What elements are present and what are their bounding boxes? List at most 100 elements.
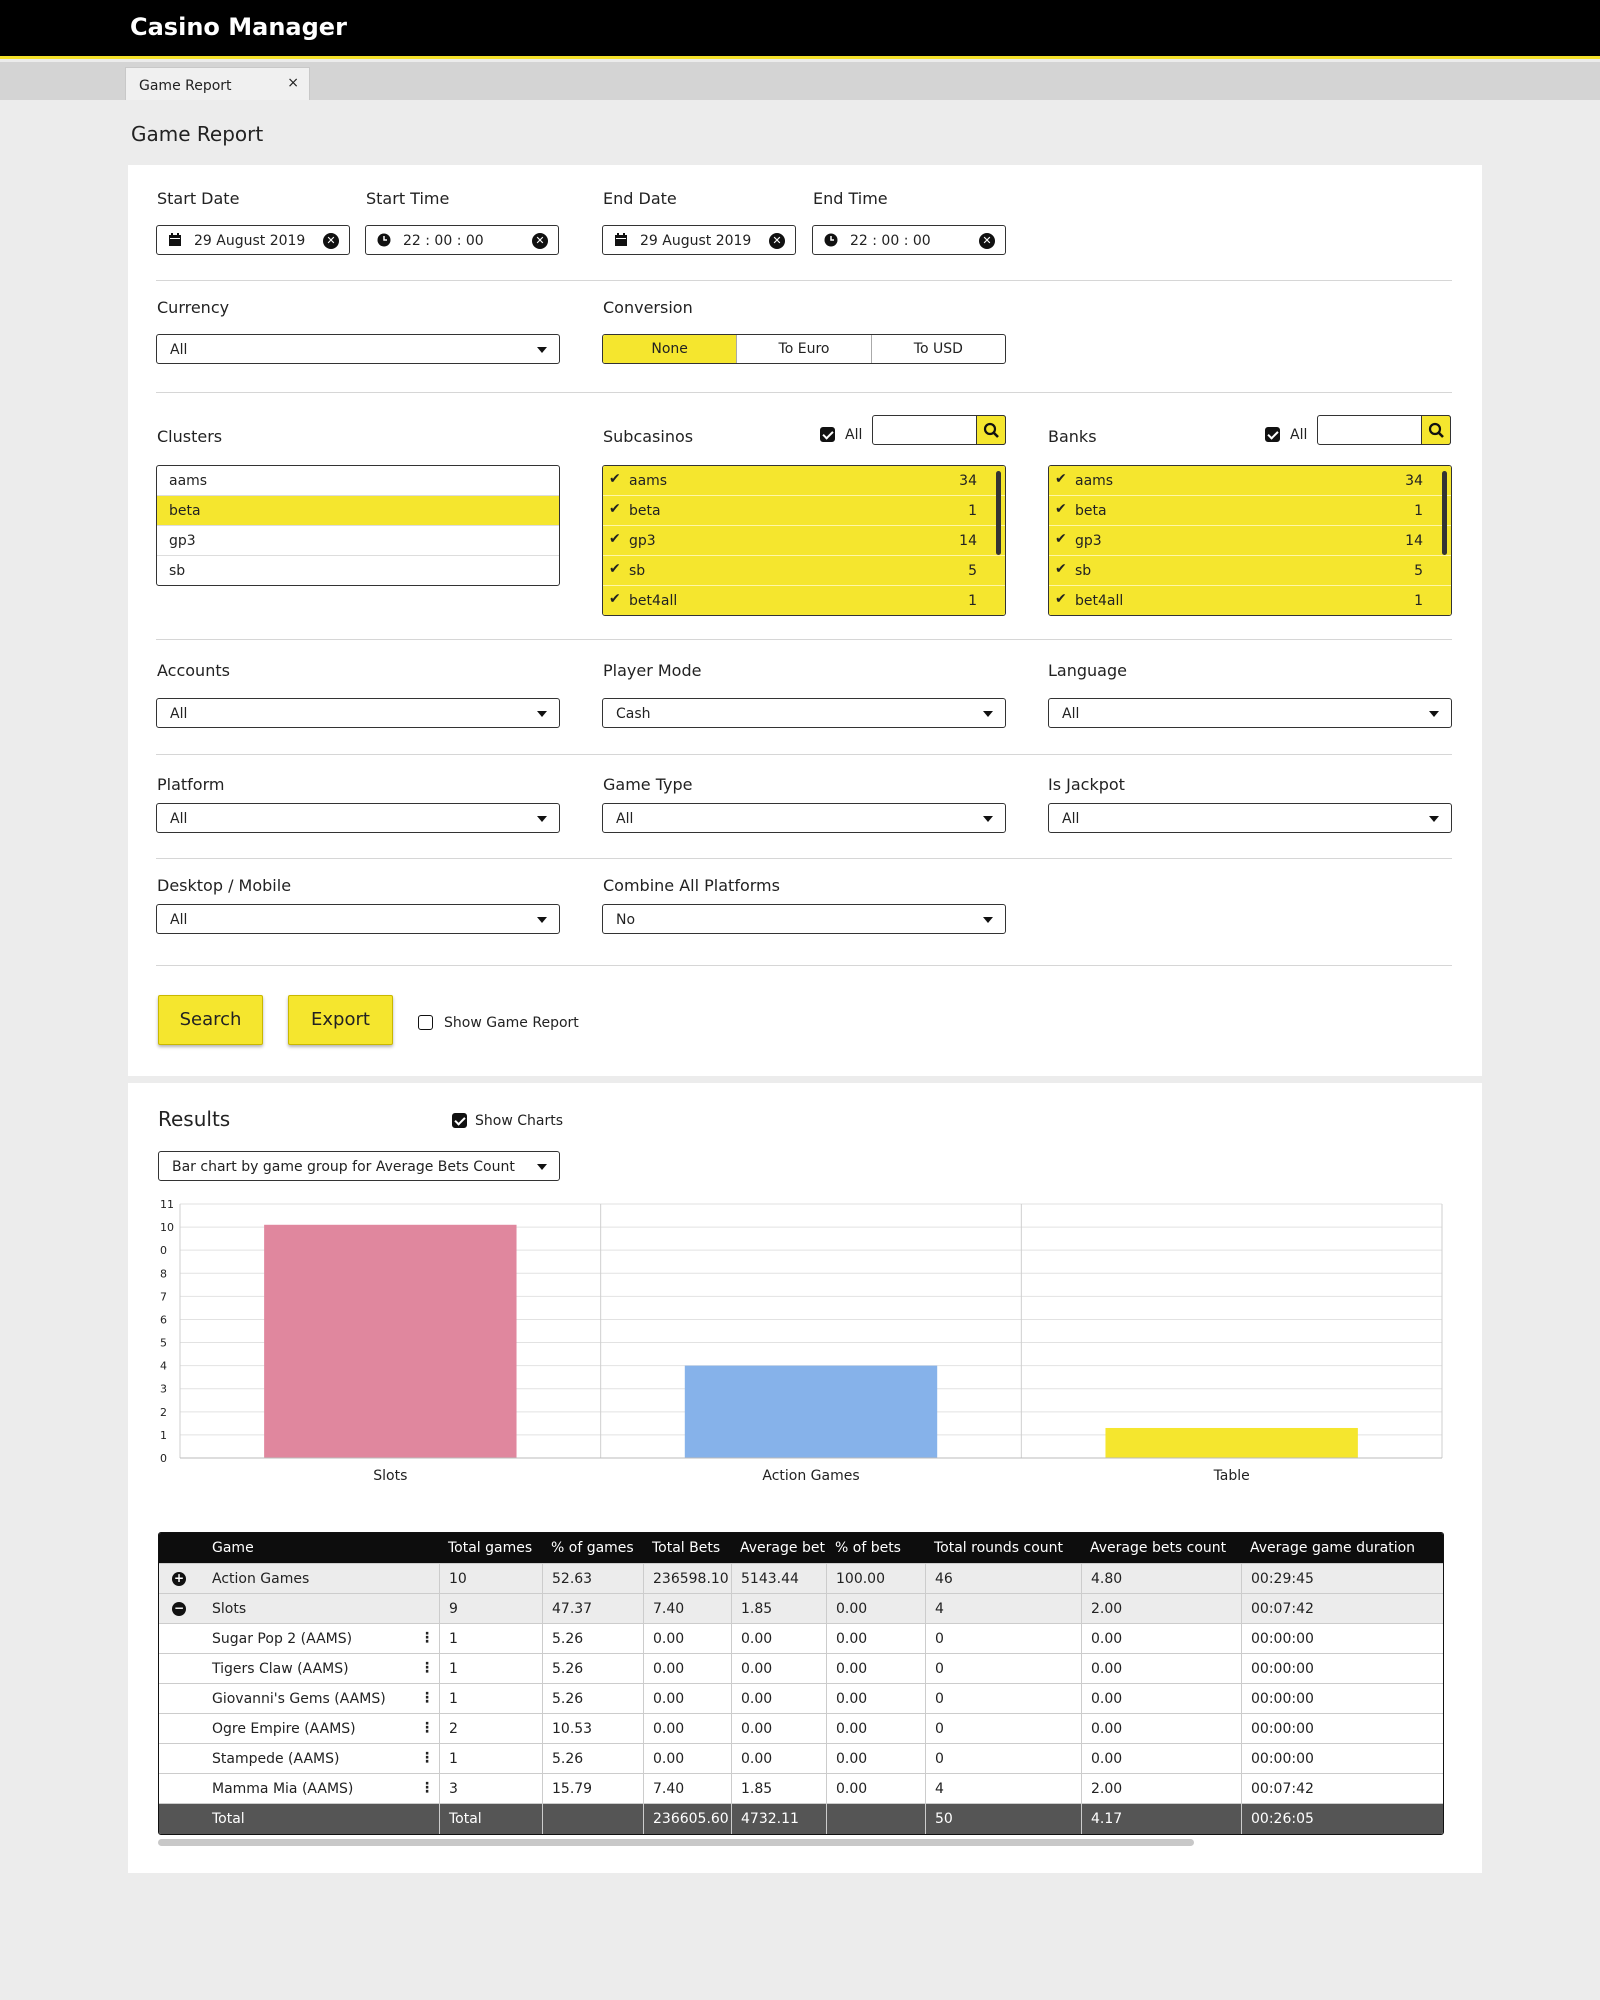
currency-select[interactable]: All (156, 334, 560, 364)
table-cell: 00:07:42 (1241, 1774, 1443, 1803)
show-charts-checkbox[interactable] (452, 1113, 467, 1128)
table-row[interactable]: Ogre Empire (AAMS) 2 10.53 0.00 0.00 0.00 0 0.0… (159, 1714, 1443, 1744)
search-icon (1428, 422, 1444, 438)
y-tick-label: 6 (160, 1313, 167, 1326)
bank-item[interactable]: ✔ beta 1 (1049, 496, 1451, 526)
clusters-list: aams beta gp3 sb (156, 465, 560, 586)
table-cell: 4 (925, 1774, 1081, 1803)
clear-icon[interactable]: ✕ (532, 233, 548, 249)
player-mode-select[interactable]: Cash (602, 698, 1006, 728)
cluster-label: sb (169, 563, 186, 579)
subcasino-item[interactable]: ✔ aams 34 (603, 466, 1005, 496)
divider (156, 965, 1452, 966)
table-cell[interactable]: Average bets count (1081, 1533, 1241, 1563)
table-cell: 0.00 (731, 1624, 826, 1653)
more-options-icon[interactable]: ⋮ (420, 1660, 434, 1676)
language-select[interactable]: All (1048, 698, 1452, 728)
table-cell: 5143.44 (731, 1564, 826, 1593)
clear-icon[interactable]: ✕ (979, 233, 995, 249)
is-jackpot-select[interactable]: All (1048, 803, 1452, 833)
bank-item[interactable]: ✔ gp3 14 (1049, 526, 1451, 556)
horizontal-scrollbar[interactable] (158, 1839, 1194, 1846)
y-tick-label: 10 (160, 1221, 174, 1234)
subcasino-item[interactable]: ✔ gp3 14 (603, 526, 1005, 556)
table-cell: 2 (439, 1714, 542, 1743)
table-cell: 236605.60 (643, 1804, 731, 1834)
bank-item[interactable]: ✔ bet4all 1 (1049, 586, 1451, 615)
conversion-to-usd[interactable]: To USD (870, 335, 1005, 363)
more-options-icon[interactable]: ⋮ (420, 1690, 434, 1706)
table-cell[interactable]: Total rounds count (925, 1533, 1081, 1563)
clusters-label: Clusters (157, 427, 223, 446)
table-cell: 5.26 (542, 1624, 643, 1653)
table-cell[interactable]: Total games (439, 1533, 542, 1563)
table-cell: 3 (439, 1774, 542, 1803)
combine-platforms-select[interactable]: No (602, 904, 1006, 934)
end-time-field[interactable]: 22 : 00 : 00 ✕ (812, 225, 1006, 255)
bank-name: sb (1075, 563, 1092, 579)
start-time-field[interactable]: 22 : 00 : 00 ✕ (365, 225, 559, 255)
search-button[interactable] (1421, 415, 1451, 445)
bank-item[interactable]: ✔ sb 5 (1049, 556, 1451, 586)
desktop-mobile-select[interactable]: All (156, 904, 560, 934)
search-button[interactable]: Search (158, 995, 263, 1045)
search-button[interactable] (976, 415, 1006, 445)
cluster-item-gp3[interactable]: gp3 (157, 526, 559, 556)
clock-icon (824, 233, 838, 247)
start-date-label: Start Date (157, 189, 240, 208)
table-group-row[interactable]: − Slots 9 47.37 7.40 1.85 0.00 4 2.00 00:07:42 (159, 1594, 1443, 1624)
banks-search-input[interactable] (1317, 415, 1451, 445)
more-options-icon[interactable]: ⋮ (420, 1630, 434, 1646)
table-row[interactable]: Tigers Claw (AAMS) 1 5.26 0.00 0.00 0.00 0 0.00… (159, 1654, 1443, 1684)
results-title: Results (158, 1107, 231, 1131)
subcasino-item[interactable]: ✔ sb 5 (603, 556, 1005, 586)
more-options-icon[interactable]: ⋮ (420, 1780, 434, 1796)
close-icon[interactable]: × (287, 75, 299, 91)
conversion-none[interactable]: None (603, 335, 737, 363)
subcasino-item[interactable]: ✔ bet4all 1 (603, 586, 1005, 615)
check-icon: ✔ (609, 561, 621, 577)
start-time-value: 22 : 00 : 00 (403, 233, 484, 249)
tab-game-report[interactable]: Game Report × (125, 67, 310, 100)
banks-all-checkbox[interactable] (1265, 427, 1280, 442)
subcasinos-all-checkbox[interactable] (820, 427, 835, 442)
clear-icon[interactable]: ✕ (769, 233, 785, 249)
bank-item[interactable]: ✔ aams 34 (1049, 466, 1451, 496)
accounts-select[interactable]: All (156, 698, 560, 728)
show-game-report-checkbox[interactable] (418, 1015, 433, 1030)
table-cell[interactable]: % of games (542, 1533, 643, 1563)
subcasino-item[interactable]: ✔ beta 1 (603, 496, 1005, 526)
table-cell[interactable]: Average bet (731, 1533, 826, 1563)
table-cell[interactable]: Total Bets (643, 1533, 731, 1563)
subcasinos-search-input[interactable] (872, 415, 1006, 445)
table-row[interactable]: Mamma Mia (AAMS) 3 15.79 7.40 1.85 0.00 4 2.00 0… (159, 1774, 1443, 1804)
conversion-to-euro[interactable]: To Euro (736, 335, 870, 363)
more-options-icon[interactable]: ⋮ (420, 1720, 434, 1736)
subcasinos-label: Subcasinos (603, 427, 694, 446)
table-cell[interactable]: Game (159, 1533, 439, 1563)
table-row[interactable]: Sugar Pop 2 (AAMS) 1 5.26 0.00 0.00 0.00 0 0.00… (159, 1624, 1443, 1654)
table-row[interactable]: Stampede (AAMS) 1 5.26 0.00 0.00 0.00 0 0.00 00:… (159, 1744, 1443, 1774)
end-date-field[interactable]: 29 August 2019 ✕ (602, 225, 796, 255)
banks-list: ✔ aams 34 ✔ beta 1 ✔ gp3 14 ✔ sb 5 ✔ bet4all 1 (1048, 465, 1452, 616)
export-button[interactable]: Export (288, 995, 393, 1045)
table-row[interactable]: Giovanni's Gems (AAMS) 1 5.26 0.00 0.00 0.00 0… (159, 1684, 1443, 1714)
start-date-field[interactable]: 29 August 2019 ✕ (156, 225, 350, 255)
table-cell: 0.00 (643, 1684, 731, 1713)
cluster-item-aams[interactable]: aams (157, 466, 559, 496)
table-cell: 0.00 (1081, 1624, 1241, 1653)
table-cell[interactable]: % of bets (826, 1533, 925, 1563)
scrollbar-thumb[interactable] (1442, 471, 1447, 555)
cluster-item-beta[interactable]: beta (157, 496, 559, 526)
platform-select[interactable]: All (156, 803, 560, 833)
game-type-select[interactable]: All (602, 803, 1006, 833)
more-options-icon[interactable]: ⋮ (420, 1750, 434, 1766)
chart-type-select[interactable]: Bar chart by game group for Average Bets… (158, 1151, 560, 1181)
table-cell: 1.85 (731, 1594, 826, 1623)
clear-icon[interactable]: ✕ (323, 233, 339, 249)
scrollbar-thumb[interactable] (996, 471, 1001, 555)
cluster-item-sb[interactable]: sb (157, 556, 559, 585)
table-cell[interactable]: Average game duration (1241, 1533, 1443, 1563)
table-group-row[interactable]: + Action Games 10 52.63 236598.10 5143.44 100.… (159, 1564, 1443, 1594)
table-cell: 5.26 (542, 1684, 643, 1713)
